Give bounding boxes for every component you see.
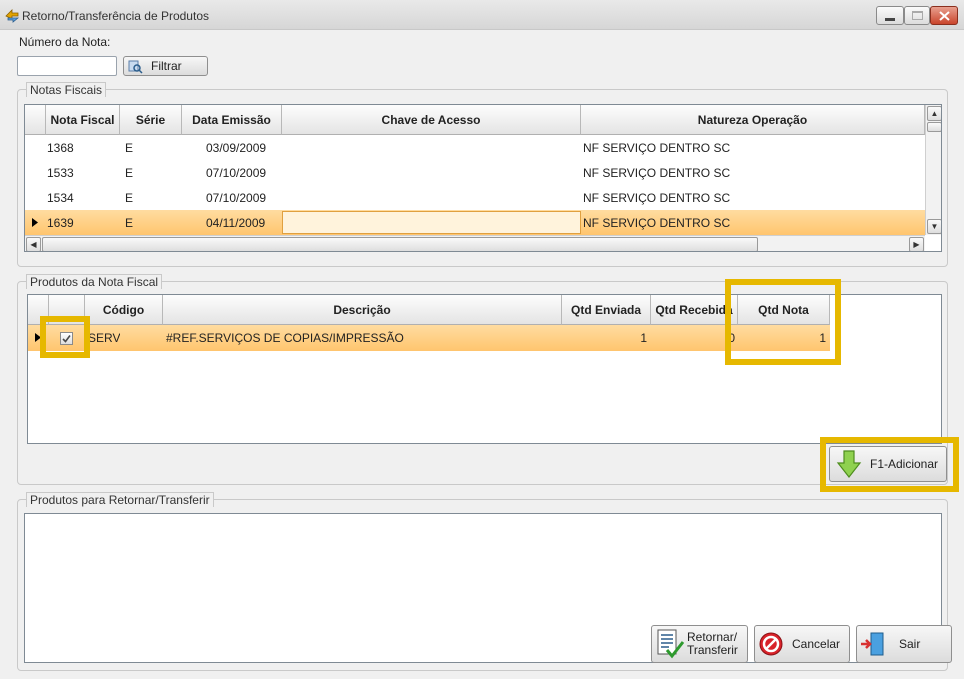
cancel-icon: [759, 632, 783, 656]
cell-natureza: NF SERVIÇO DENTRO SC: [583, 215, 731, 230]
scroll-right-icon[interactable]: ▶: [909, 237, 924, 251]
produtos-title: Produtos da Nota Fiscal: [26, 274, 163, 289]
cell-codigo: SERV: [88, 331, 121, 345]
scroll-left-icon[interactable]: ◀: [26, 237, 41, 251]
notas-vertical-scrollbar[interactable]: ▲ ▼: [925, 105, 941, 235]
exit-door-icon: [861, 632, 884, 656]
retornar-button[interactable]: Retornar/ Transferir: [651, 625, 748, 663]
cell-serie: E: [125, 165, 134, 180]
table-row[interactable]: 1534 E 07/10/2009 NF SERVIÇO DENTRO SC: [25, 185, 925, 210]
cell-nota: 1534: [47, 190, 74, 205]
cell-data: 07/10/2009: [206, 190, 267, 205]
col-header-natureza[interactable]: Natureza Operação: [581, 105, 925, 135]
cell-qtd-enviada: 1: [640, 331, 647, 345]
window-title: Retorno/Transferência de Produtos: [22, 9, 209, 23]
adicionar-button[interactable]: F1-Adicionar: [829, 446, 947, 482]
numero-nota-input[interactable]: [17, 56, 117, 76]
cell-data: 03/09/2009: [206, 140, 267, 155]
minimize-icon: [885, 18, 895, 21]
cell-serie: E: [125, 215, 134, 230]
scroll-h-thumb[interactable]: [42, 237, 758, 251]
retornar-label-line2: Transferir: [687, 643, 738, 657]
row-header-corner: [25, 105, 46, 135]
cell-data: 07/10/2009: [206, 165, 267, 180]
filtrar-label: Filtrar: [151, 59, 182, 73]
cell-chave-editing[interactable]: [282, 211, 581, 234]
close-button[interactable]: [930, 6, 958, 25]
cell-natureza: NF SERVIÇO DENTRO SC: [583, 165, 731, 180]
maximize-button[interactable]: [904, 6, 930, 25]
cancelar-button[interactable]: Cancelar: [754, 625, 850, 663]
document-check-icon: [657, 629, 685, 659]
scroll-up-icon[interactable]: ▲: [927, 106, 941, 121]
scroll-thumb[interactable]: [927, 122, 941, 132]
cell-natureza: NF SERVIÇO DENTRO SC: [583, 190, 731, 205]
table-row[interactable]: 1368 E 03/09/2009 NF SERVIÇO DENTRO SC: [25, 135, 925, 160]
col-header-qtd-enviada[interactable]: Qtd Enviada: [562, 295, 651, 325]
cell-serie: E: [125, 190, 134, 205]
col-header-nota[interactable]: Nota Fiscal: [46, 105, 120, 135]
scroll-down-icon[interactable]: ▼: [927, 219, 941, 234]
cell-descricao: #REF.SERVIÇOS DE COPIAS/IMPRESSÃO: [166, 331, 404, 345]
cancelar-label: Cancelar: [792, 637, 841, 651]
highlight-qtd-nota: [725, 279, 841, 365]
sair-label: Sair: [899, 637, 921, 651]
notas-grid: Nota Fiscal Série Data Emissão Chave de …: [24, 104, 942, 252]
adicionar-label: F1-Adicionar: [870, 457, 939, 471]
col-header-serie[interactable]: Série: [120, 105, 182, 135]
app-icon: [5, 9, 20, 23]
table-row-selected[interactable]: 1639 E 04/11/2009 NF SERVIÇO DENTRO SC: [25, 210, 925, 235]
col-header-chave[interactable]: Chave de Acesso: [282, 105, 581, 135]
notas-horizontal-scrollbar[interactable]: ◀ ▶: [25, 235, 925, 251]
retornar-title: Produtos para Retornar/Transferir: [26, 492, 214, 507]
cell-nota: 1533: [47, 165, 74, 180]
col-header-codigo[interactable]: Código: [85, 295, 163, 325]
close-icon: [939, 11, 950, 21]
maximize-icon: [912, 11, 923, 20]
filtrar-button[interactable]: Filtrar: [123, 56, 208, 76]
table-row[interactable]: 1533 E 07/10/2009 NF SERVIÇO DENTRO SC: [25, 160, 925, 185]
cell-nota: 1368: [47, 140, 74, 155]
cell-natureza: NF SERVIÇO DENTRO SC: [583, 140, 731, 155]
minimize-button[interactable]: [876, 6, 904, 25]
current-row-indicator-icon: [32, 218, 38, 227]
cell-data: 04/11/2009: [206, 215, 266, 230]
notas-fiscais-title: Notas Fiscais: [26, 82, 107, 97]
highlight-checkbox: [40, 316, 90, 358]
arrow-down-icon: [836, 450, 862, 478]
numero-nota-label: Número da Nota:: [19, 35, 111, 49]
col-header-descricao[interactable]: Descrição: [163, 295, 562, 325]
col-header-data[interactable]: Data Emissão: [182, 105, 282, 135]
cell-qtd-recebida: 0: [728, 331, 735, 345]
sair-button[interactable]: Sair: [856, 625, 952, 663]
filter-icon: [128, 60, 143, 74]
table-row-selected[interactable]: SERV #REF.SERVIÇOS DE COPIAS/IMPRESSÃO 1…: [28, 325, 830, 351]
cell-serie: E: [125, 140, 134, 155]
cell-nota: 1639: [47, 215, 74, 230]
